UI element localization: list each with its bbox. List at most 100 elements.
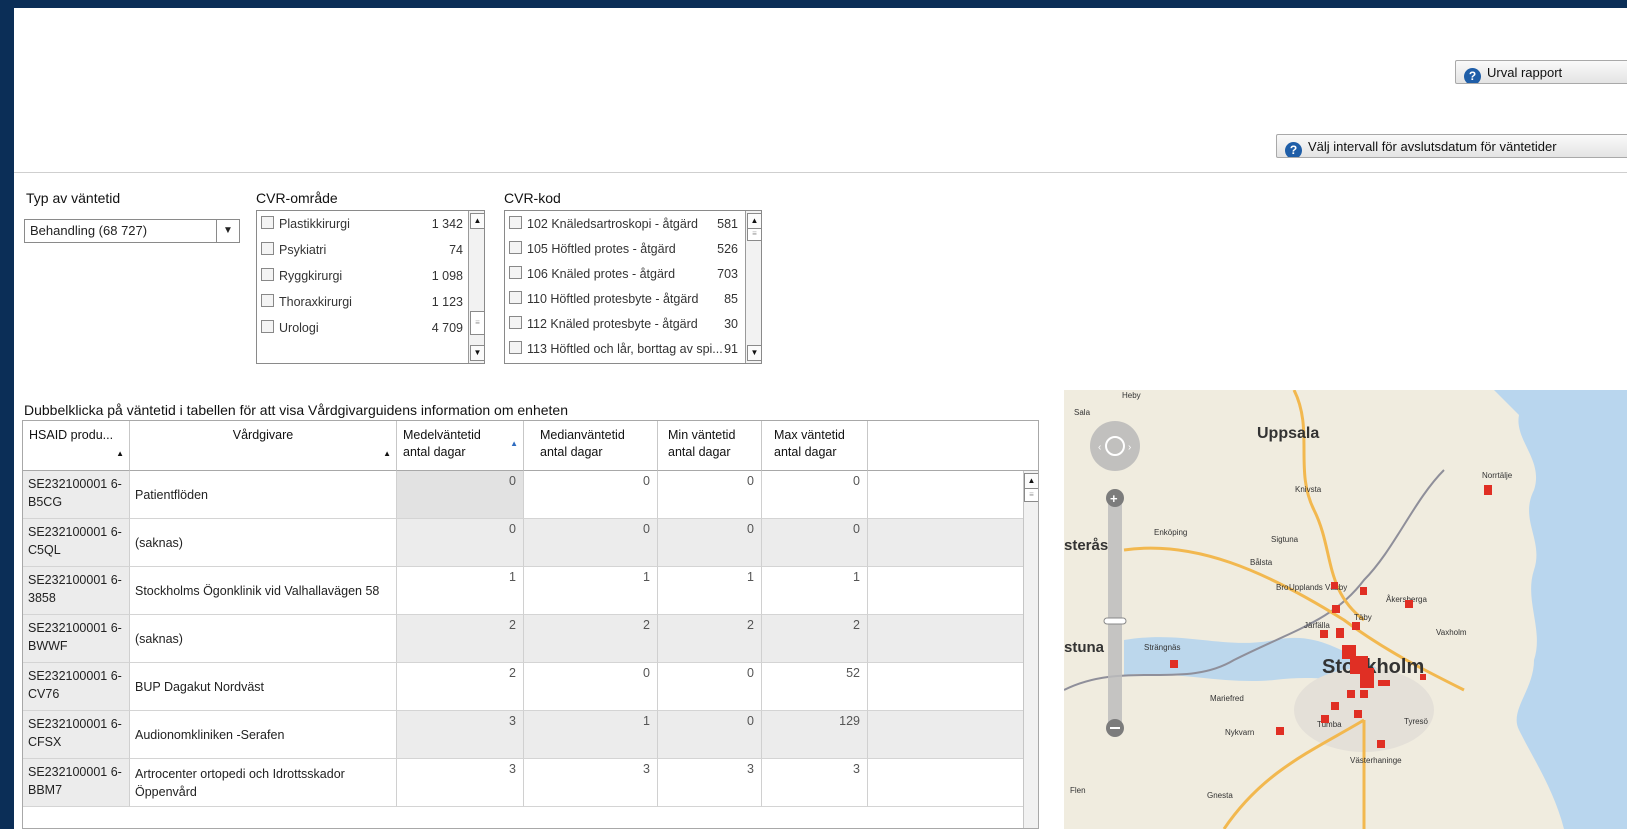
sort-arrow-icon[interactable]: ▲: [116, 445, 124, 462]
mean-cell[interactable]: 2: [397, 615, 524, 663]
map-marker[interactable]: [1360, 690, 1368, 698]
cvr-code-item[interactable]: 105 Höftled protes - åtgärd 526: [505, 236, 744, 262]
cvr-code-item[interactable]: 110 Höftled protesbyte - åtgärd 85: [505, 286, 744, 312]
map-marker[interactable]: [1331, 582, 1338, 589]
table-row[interactable]: SE232100001 6-BBM7 Artrocenter ortopedi …: [23, 759, 1023, 807]
column-header-max[interactable]: Max väntetid antal dagar: [762, 421, 868, 471]
scroll-thumb[interactable]: ≡: [1024, 488, 1038, 502]
checkbox[interactable]: [261, 320, 274, 333]
checkbox[interactable]: [261, 216, 274, 229]
sort-arrow-icon[interactable]: ▲: [383, 445, 391, 462]
cvr-code-scrollbar[interactable]: ▲ ≡ ▼: [745, 211, 761, 363]
cvr-area-item[interactable]: Psykiatri 74: [257, 237, 467, 263]
interval-button[interactable]: ? Välj intervall för avslutsdatum för vän…: [1276, 134, 1627, 158]
report-selection-button[interactable]: ? Urval rapport: [1455, 60, 1627, 84]
map-marker[interactable]: [1170, 660, 1178, 668]
scroll-thumb[interactable]: ≡: [470, 311, 484, 335]
cvr-area-item[interactable]: Urologi 4 709: [257, 315, 467, 341]
checkbox[interactable]: [509, 341, 522, 354]
mean-cell[interactable]: 3: [397, 759, 524, 807]
map-marker[interactable]: [1484, 485, 1492, 495]
max-cell[interactable]: 129: [762, 711, 868, 759]
median-cell[interactable]: 2: [524, 615, 658, 663]
map-marker[interactable]: [1332, 605, 1340, 613]
cvr-area-listbox[interactable]: Plastikkirurgi 1 342 Psykiatri 74 Ryggki…: [256, 210, 485, 364]
checkbox[interactable]: [261, 242, 274, 255]
cvr-area-item[interactable]: Thoraxkirurgi 1 123: [257, 289, 467, 315]
max-cell[interactable]: 3: [762, 759, 868, 807]
column-header-provider[interactable]: Vårdgivare ▲: [130, 421, 397, 471]
pan-right-icon[interactable]: ›: [1128, 442, 1131, 453]
region-map[interactable]: Sala Heby Uppsala Norrtälje Knivsta Enkö…: [1064, 390, 1627, 829]
map-marker[interactable]: [1405, 600, 1413, 608]
column-header-mean[interactable]: Medelväntetid antal dagar ▲: [397, 421, 524, 471]
scroll-thumb[interactable]: ≡: [747, 228, 761, 241]
checkbox[interactable]: [509, 291, 522, 304]
median-cell[interactable]: 1: [524, 711, 658, 759]
mean-cell[interactable]: 0: [397, 519, 524, 567]
map-marker[interactable]: [1360, 587, 1367, 595]
column-header-median[interactable]: Medianväntetid antal dagar: [524, 421, 658, 471]
checkbox[interactable]: [509, 266, 522, 279]
table-row[interactable]: SE232100001 6-CFSX Audionomkliniken -Ser…: [23, 711, 1023, 759]
min-cell[interactable]: 2: [658, 615, 762, 663]
min-cell[interactable]: 0: [658, 711, 762, 759]
median-cell[interactable]: 0: [524, 663, 658, 711]
wait-type-dropdown[interactable]: Behandling (68 727) ▼: [24, 219, 240, 243]
map-marker[interactable]: [1276, 727, 1284, 735]
min-cell[interactable]: 3: [658, 759, 762, 807]
pan-left-icon[interactable]: ‹: [1098, 442, 1101, 453]
cvr-area-item[interactable]: Ryggkirurgi 1 098: [257, 263, 467, 289]
checkbox[interactable]: [509, 216, 522, 229]
mean-cell[interactable]: 2: [397, 663, 524, 711]
mean-cell[interactable]: 3: [397, 711, 524, 759]
max-cell[interactable]: 2: [762, 615, 868, 663]
map-marker[interactable]: [1378, 680, 1390, 686]
scroll-down-icon[interactable]: ▼: [747, 345, 761, 361]
checkbox[interactable]: [261, 268, 274, 281]
map-marker[interactable]: [1321, 715, 1329, 723]
min-cell[interactable]: 0: [658, 471, 762, 519]
min-cell[interactable]: 0: [658, 519, 762, 567]
scroll-down-icon[interactable]: ▼: [470, 345, 484, 361]
mean-cell[interactable]: 1: [397, 567, 524, 615]
max-cell[interactable]: 52: [762, 663, 868, 711]
table-scrollbar[interactable]: ▲ ≡: [1023, 471, 1038, 828]
cvr-code-item[interactable]: 102 Knäledsartroskopi - åtgärd 581: [505, 211, 744, 237]
checkbox[interactable]: [261, 294, 274, 307]
table-row[interactable]: SE232100001 6-C5QL (saknas) 0 0 0 0: [23, 519, 1023, 567]
map-marker[interactable]: [1377, 740, 1385, 748]
median-cell[interactable]: 1: [524, 567, 658, 615]
scroll-up-icon[interactable]: ▲: [470, 213, 484, 229]
cvr-code-listbox[interactable]: 102 Knäledsartroskopi - åtgärd 581 105 H…: [504, 210, 762, 364]
scroll-up-icon[interactable]: ▲: [1024, 473, 1038, 489]
table-row[interactable]: SE232100001 6-BWWF (saknas) 2 2 2 2: [23, 615, 1023, 663]
chevron-down-icon[interactable]: ▼: [216, 220, 239, 242]
cvr-code-item[interactable]: 112 Knäled protesbyte - åtgärd 30: [505, 311, 744, 337]
min-cell[interactable]: 0: [658, 663, 762, 711]
mean-cell[interactable]: 0: [397, 471, 524, 519]
cvr-code-item[interactable]: 113 Höftled och lår, borttag av spi... 9…: [505, 336, 744, 362]
min-cell[interactable]: 1: [658, 567, 762, 615]
sort-arrow-icon[interactable]: ▲: [510, 435, 518, 452]
map-marker[interactable]: [1347, 690, 1355, 698]
map-marker[interactable]: [1352, 622, 1360, 630]
table-row[interactable]: SE232100001 6-CV76 BUP Dagakut Nordväst …: [23, 663, 1023, 711]
column-header-hsaid[interactable]: HSAID produ... ▲: [23, 421, 130, 471]
checkbox[interactable]: [509, 241, 522, 254]
map-marker[interactable]: [1336, 628, 1344, 638]
map-marker[interactable]: [1366, 672, 1374, 680]
column-header-min[interactable]: Min väntetid antal dagar: [658, 421, 762, 471]
median-cell[interactable]: 0: [524, 471, 658, 519]
cvr-area-item[interactable]: Plastikkirurgi 1 342: [257, 211, 467, 237]
checkbox[interactable]: [509, 316, 522, 329]
zoom-slider-track[interactable]: [1108, 498, 1122, 728]
scroll-up-icon[interactable]: ▲: [747, 213, 761, 229]
zoom-slider-thumb[interactable]: [1103, 617, 1127, 625]
cvr-code-item[interactable]: 106 Knäled protes - åtgärd 703: [505, 261, 744, 287]
table-row[interactable]: SE232100001 6-B5CG Patientflöden 0 0 0 0: [23, 471, 1023, 519]
median-cell[interactable]: 0: [524, 519, 658, 567]
map-marker[interactable]: [1320, 630, 1328, 638]
max-cell[interactable]: 0: [762, 471, 868, 519]
map-canvas[interactable]: Sala Heby Uppsala Norrtälje Knivsta Enkö…: [1064, 390, 1627, 829]
